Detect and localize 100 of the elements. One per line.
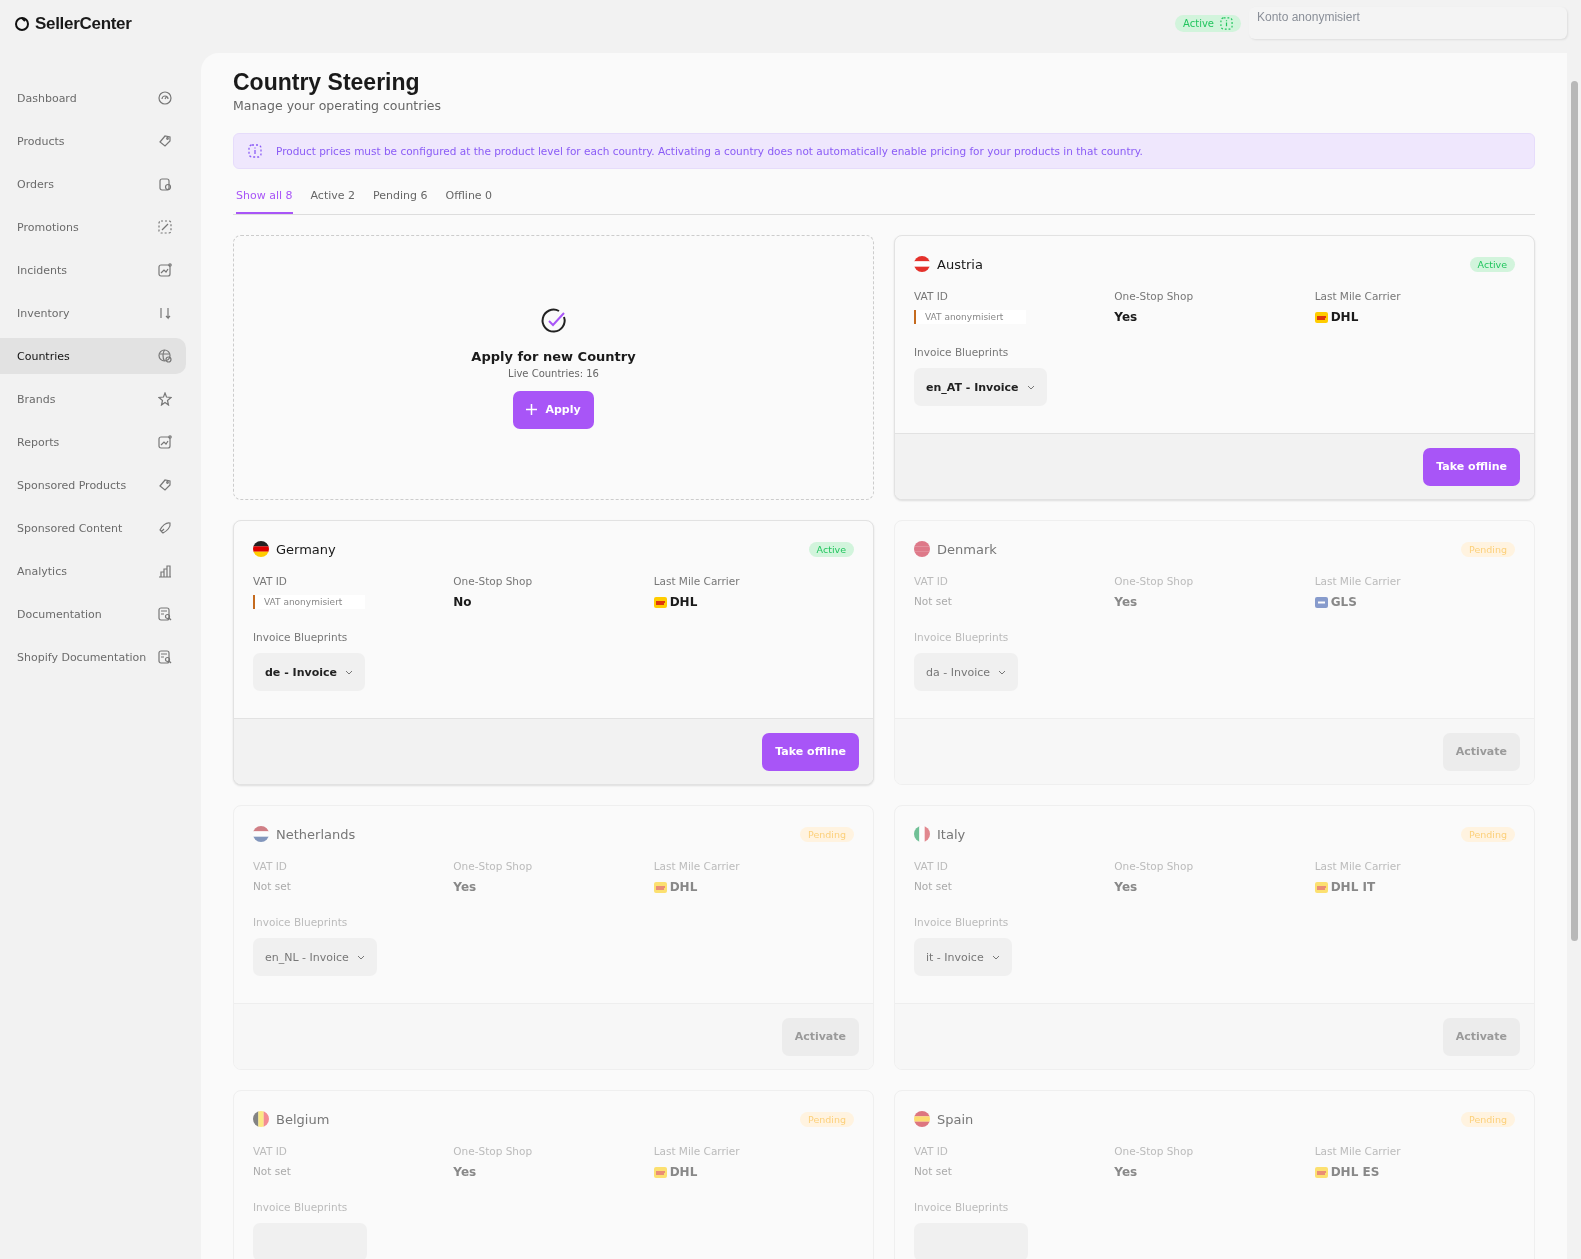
clipboard-icon — [158, 177, 172, 191]
filter-tab[interactable]: Active 2 — [310, 181, 356, 214]
notice-text: Product prices must be configured at the product level for each country. Activating a country does not automatically enable pricing for your products in that country. — [276, 145, 1143, 157]
blueprint-dropdown[interactable]: it - Invoice — [914, 938, 1012, 976]
logo-icon — [14, 16, 30, 32]
bars-icon — [158, 564, 172, 578]
sidebar-item[interactable]: Countries — [0, 338, 186, 374]
page-subtitle: Manage your operating countries — [233, 98, 443, 113]
blueprint-dropdown[interactable]: de - Invoice — [253, 653, 365, 691]
flag-icon — [253, 826, 269, 842]
brand-name: SellerCenter — [35, 14, 132, 34]
field-label: One-Stop Shop — [1114, 860, 1194, 872]
field-label: One-Stop Shop — [1114, 290, 1194, 302]
carrier-name: DHL IT — [1330, 880, 1376, 894]
live-countries-count: Live Countries: 16 — [508, 367, 599, 379]
field-label: Last Mile Carrier — [1314, 290, 1401, 302]
filter-tab[interactable]: Show all 8 — [236, 181, 293, 214]
field-label: Invoice Blueprints — [253, 631, 349, 643]
flag-icon — [253, 541, 269, 557]
sidebar-item[interactable]: Incidents — [0, 252, 186, 288]
vat-value: Not set — [253, 1165, 291, 1177]
sidebar-item[interactable]: Inventory — [0, 295, 186, 331]
star-icon — [158, 392, 172, 406]
sidebar-item[interactable]: Sponsored Products — [0, 467, 186, 503]
one-stop-shop-value: Yes — [1114, 595, 1138, 609]
one-stop-shop-value: Yes — [1114, 1165, 1138, 1179]
tag-icon — [158, 478, 172, 492]
sidebar-item[interactable]: Analytics — [0, 553, 186, 589]
sidebar-item[interactable]: Brands — [0, 381, 186, 417]
info-icon — [1220, 17, 1233, 30]
carrier-name: GLS — [1330, 595, 1357, 609]
doc-icon — [158, 650, 172, 664]
sort-icon — [158, 306, 172, 320]
country-action-button[interactable]: Take offline — [1423, 447, 1520, 486]
sidebar-item[interactable]: Shopify Documentation — [0, 639, 186, 675]
one-stop-shop-value: Yes — [1114, 310, 1138, 324]
field-label: VAT ID — [914, 1145, 948, 1157]
flag-icon — [914, 1111, 930, 1127]
status-badge: Active — [1469, 256, 1515, 272]
chevron-down-icon — [998, 669, 1006, 675]
field-label: Invoice Blueprints — [914, 1201, 1010, 1213]
carrier-name: DHL — [669, 595, 698, 609]
sidebar-item[interactable]: Promotions — [0, 209, 186, 245]
field-label: Last Mile Carrier — [1314, 575, 1401, 587]
field-label: Last Mile Carrier — [1314, 1145, 1401, 1157]
one-stop-shop-value: Yes — [453, 1165, 477, 1179]
sidebar-item[interactable]: Dashboard — [0, 80, 186, 116]
sidebar-item[interactable]: Reports — [0, 424, 186, 460]
filter-tab[interactable]: Offline 0 — [445, 181, 493, 214]
country-action-button[interactable]: Take offline — [762, 732, 859, 771]
status-badge: Active — [808, 541, 854, 557]
field-label: Invoice Blueprints — [253, 916, 349, 928]
vat-field: VAT anonymisiert — [253, 595, 365, 609]
field-label: One-Stop Shop — [1114, 1145, 1194, 1157]
field-label: VAT ID — [253, 860, 287, 872]
plus-icon — [526, 404, 538, 415]
field-label: Invoice Blueprints — [914, 346, 1010, 358]
tag-icon — [158, 134, 172, 148]
field-label: VAT ID — [253, 1145, 287, 1157]
field-label: VAT ID — [914, 860, 948, 872]
field-label: One-Stop Shop — [453, 860, 533, 872]
globe-icon — [158, 349, 172, 363]
check-circle-icon — [539, 306, 568, 335]
country-name: Belgium — [276, 1111, 331, 1127]
gauge-icon — [158, 91, 172, 105]
percent-icon — [158, 220, 172, 234]
flag-icon — [914, 826, 930, 842]
field-label: Invoice Blueprints — [253, 1201, 349, 1213]
field-label: VAT ID — [253, 575, 287, 587]
sidebar-item[interactable]: Products — [0, 123, 186, 159]
country-name: Spain — [937, 1111, 975, 1127]
vat-value: Not set — [914, 595, 952, 607]
flag-icon — [914, 256, 930, 272]
flag-icon — [253, 1111, 269, 1127]
chevron-down-icon — [991, 954, 1000, 960]
blueprint-dropdown[interactable]: en_AT - Invoice — [914, 368, 1047, 406]
chevron-down-icon — [344, 669, 353, 675]
filter-tab[interactable]: Pending 6 — [373, 181, 428, 214]
account-field[interactable]: Konto anonymisiert — [1249, 7, 1567, 39]
field-label: Last Mile Carrier — [653, 860, 740, 872]
blueprint-dropdown[interactable]: en_NL - Invoice — [253, 938, 377, 976]
field-label: VAT ID — [914, 290, 948, 302]
sidebar-item[interactable]: Sponsored Content — [0, 510, 186, 546]
country-name: Germany — [276, 541, 337, 557]
flag-icon — [914, 541, 930, 557]
carrier-name: DHL — [669, 880, 698, 894]
country-name: Netherlands — [276, 826, 357, 842]
field-label: One-Stop Shop — [453, 575, 533, 587]
field-label: One-Stop Shop — [453, 1145, 533, 1157]
sidebar-item[interactable]: Documentation — [0, 596, 186, 632]
field-label: Invoice Blueprints — [914, 631, 1010, 643]
status-badge: Pending — [1461, 1111, 1515, 1127]
field-label: One-Stop Shop — [1114, 575, 1194, 587]
blueprint-dropdown[interactable]: da - Invoice — [914, 653, 1018, 691]
one-stop-shop-value: Yes — [1114, 880, 1138, 894]
carrier-name: DHL ES — [1330, 1165, 1380, 1179]
sidebar-item[interactable]: Orders — [0, 166, 186, 202]
page-title: Country Steering — [233, 69, 421, 96]
apply-button[interactable]: Apply — [513, 390, 594, 429]
field-label: Last Mile Carrier — [653, 1145, 740, 1157]
